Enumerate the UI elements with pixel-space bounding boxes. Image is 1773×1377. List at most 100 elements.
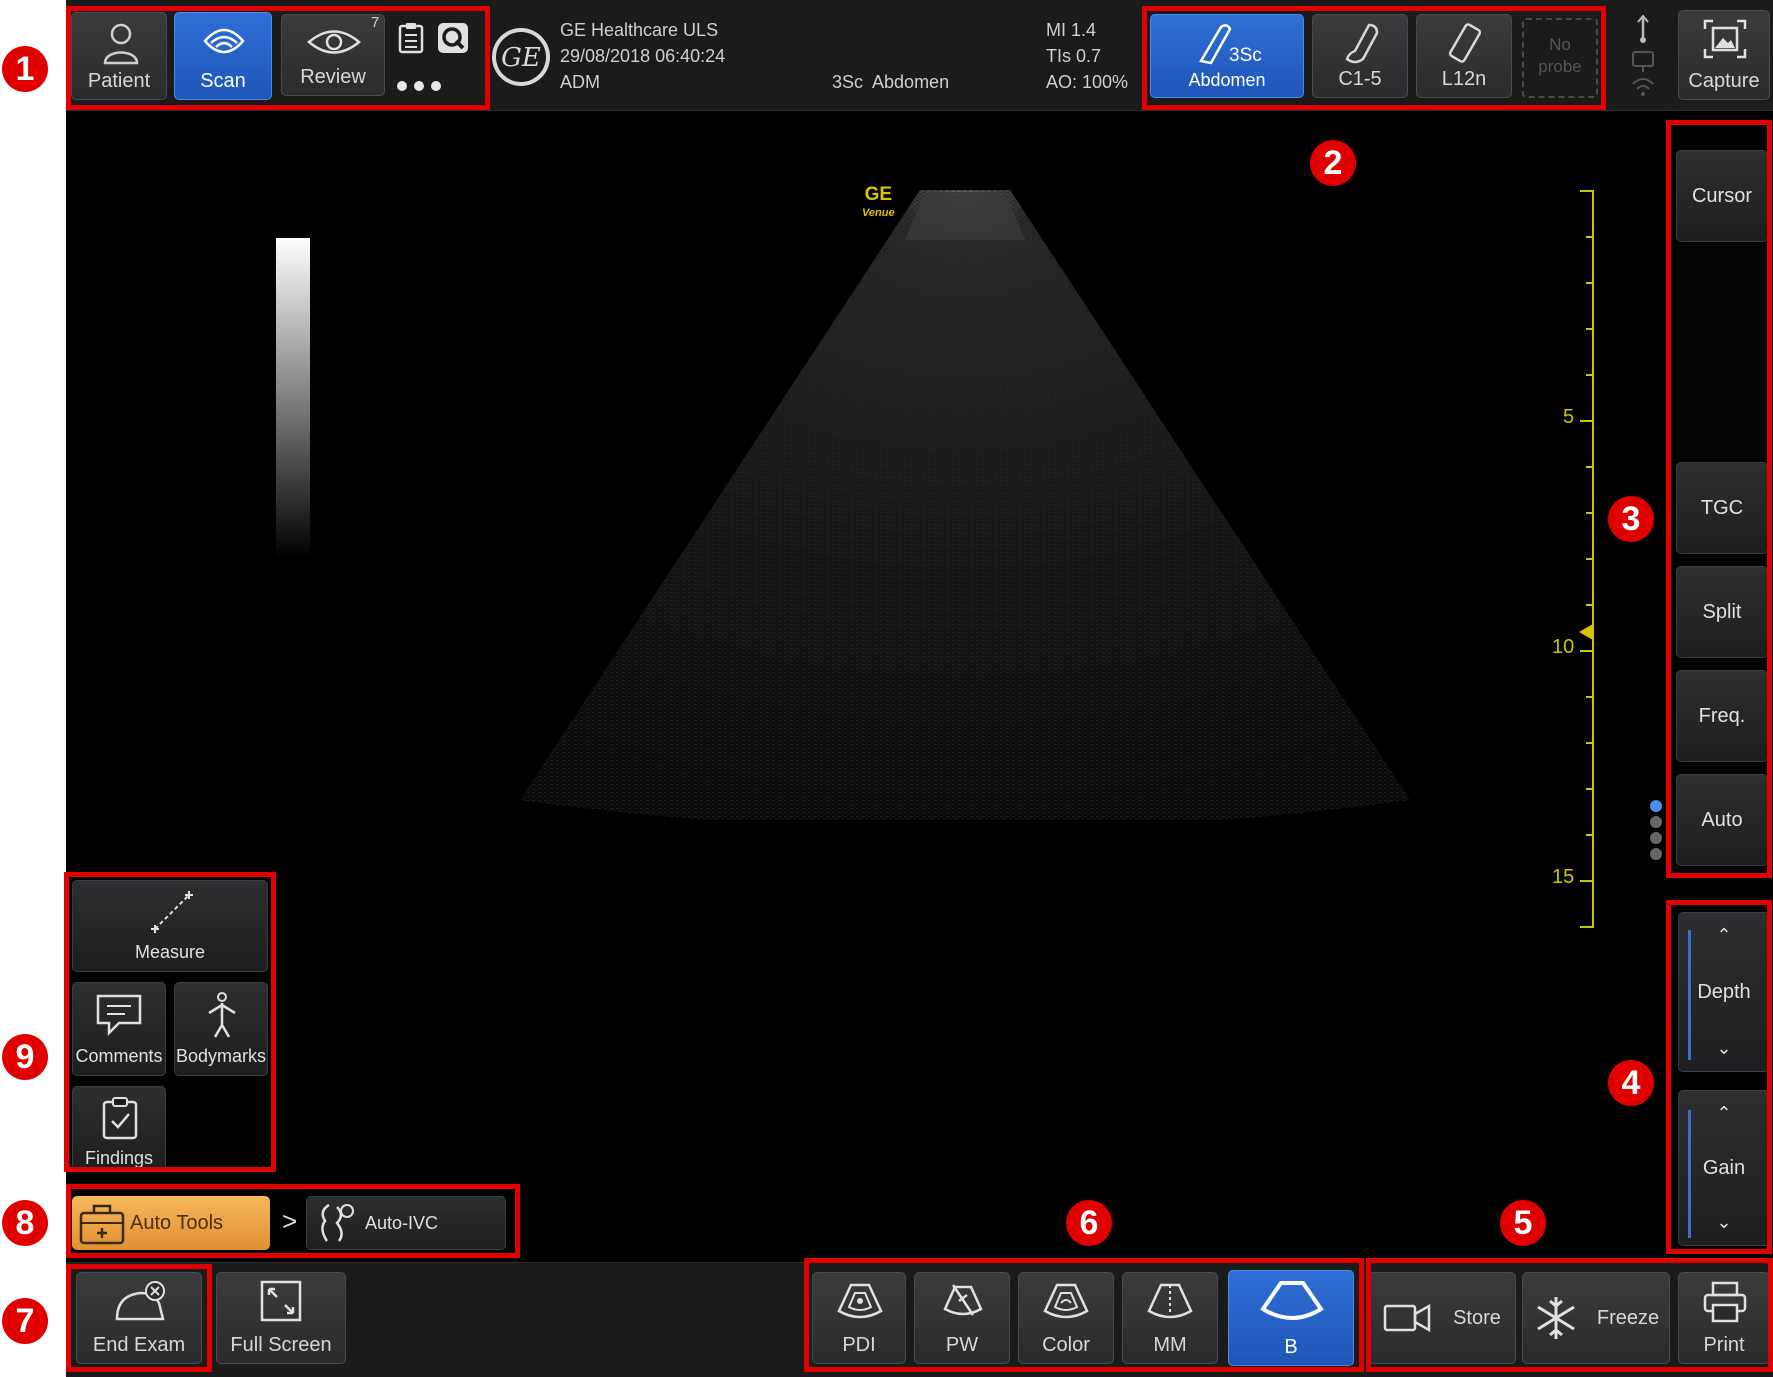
gain-control[interactable]: ⌃ Gain ⌄ — [1678, 1090, 1770, 1246]
split-button[interactable]: Split — [1676, 566, 1768, 658]
convex-probe-icon — [1345, 23, 1379, 64]
mode-b-label: B — [1284, 1336, 1298, 1358]
measure-button[interactable]: Measure — [72, 880, 268, 972]
depth-scale-tick — [1586, 696, 1594, 698]
depth-scale-tick — [1580, 926, 1594, 928]
mode-mm-button[interactable]: MM — [1122, 1272, 1218, 1364]
depth-scale-tick — [1586, 512, 1594, 514]
findings-button[interactable]: Findings — [72, 1086, 166, 1170]
depth-scale-tick — [1586, 466, 1594, 468]
cursor-label: Cursor — [1691, 184, 1752, 207]
capture-button[interactable]: Capture — [1678, 10, 1770, 100]
depth-scale-tick — [1586, 374, 1594, 376]
auto-ivc-button[interactable]: Auto-IVC — [306, 1196, 506, 1250]
split-label: Split — [1702, 600, 1742, 623]
probe-3sc-button[interactable]: 3Sc Abdomen — [1150, 14, 1304, 98]
no-probe-line1: No — [1549, 35, 1571, 54]
measure-label: Measure — [134, 942, 206, 962]
freq-button[interactable]: Freq. — [1676, 670, 1768, 762]
gain-label: Gain — [1702, 1156, 1746, 1179]
print-label: Print — [1703, 1334, 1745, 1356]
sector-probe-icon — [1199, 24, 1232, 65]
ao-readout: AO: 100% — [1046, 72, 1129, 92]
depth-up-icon[interactable]: ⌃ — [1716, 925, 1731, 946]
depth-scale-tick — [1586, 834, 1594, 836]
marker-4: 4 — [1608, 1060, 1654, 1106]
eye-icon — [307, 30, 361, 54]
review-button[interactable]: Review — [281, 14, 385, 96]
end-exam-button[interactable]: End Exam — [76, 1272, 202, 1364]
end-exam-label: End Exam — [92, 1334, 186, 1356]
auto-ivc-label: Auto-IVC — [365, 1212, 439, 1233]
comments-button[interactable]: Comments — [72, 982, 166, 1076]
depth-scale-tick — [1580, 650, 1594, 652]
grayscale-bar — [276, 238, 310, 558]
institution-name: GE Healthcare ULS — [560, 20, 719, 40]
mode-color-button[interactable]: Color — [1018, 1272, 1114, 1364]
tgc-button[interactable]: TGC — [1676, 462, 1768, 554]
full-screen-button[interactable]: Full Screen — [216, 1272, 346, 1364]
depth-down-icon[interactable]: ⌄ — [1716, 1038, 1731, 1059]
marker-8: 8 — [2, 1200, 48, 1246]
depth-scale-tick — [1580, 420, 1594, 422]
findings-clipboard-icon — [102, 1097, 138, 1140]
probe-3sc-name: 3Sc — [1229, 45, 1262, 66]
marker-1: 1 — [2, 46, 48, 92]
patient-button[interactable]: Patient — [71, 12, 167, 100]
svg-text:GE: GE — [501, 43, 541, 73]
freeze-label: Freeze — [1596, 1306, 1660, 1329]
depth-scale-tick — [1586, 236, 1594, 238]
focus-marker-icon[interactable] — [1579, 624, 1593, 640]
auto-ivc-icon — [321, 1203, 354, 1242]
gain-down-icon[interactable]: ⌄ — [1716, 1212, 1731, 1233]
page-indicator-dots[interactable] — [1648, 798, 1664, 866]
store-label: Store — [1453, 1306, 1501, 1329]
findings-label: Findings — [84, 1148, 154, 1168]
side-menu-empty-area — [1676, 248, 1768, 458]
mode-pw-button[interactable]: PW — [914, 1272, 1010, 1364]
depth-scale-tick — [1586, 328, 1594, 330]
mm-mode-icon — [1147, 1283, 1193, 1319]
depth-scale-tick — [1580, 190, 1594, 192]
auto-button[interactable]: Auto — [1676, 774, 1768, 866]
gain-level-bar — [1688, 1110, 1691, 1238]
no-probe-line2: probe — [1538, 57, 1582, 76]
scan-button[interactable]: Scan — [174, 12, 272, 100]
depth-scale-tick — [1586, 282, 1594, 284]
mi-readout: MI 1.4 — [1046, 20, 1097, 40]
mode-pdi-button[interactable]: PDI — [812, 1272, 906, 1364]
auto-tools-label: Auto Tools — [130, 1211, 224, 1234]
marker-3: 3 — [1608, 496, 1654, 542]
comment-icon — [96, 994, 142, 1037]
worksheet-icon[interactable] — [398, 22, 424, 54]
probe-c1-5-button[interactable]: C1-5 — [1312, 14, 1408, 98]
marker-5: 5 — [1500, 1200, 1546, 1246]
probe-l12n-label: L12n — [1441, 68, 1487, 90]
pdi-mode-icon — [837, 1283, 883, 1319]
mode-pw-label: PW — [945, 1334, 979, 1356]
marker-9: 9 — [2, 1034, 48, 1080]
freq-label: Freq. — [1698, 704, 1746, 727]
cursor-button[interactable]: Cursor — [1676, 150, 1768, 242]
probe-preset-text: 3Sc Abdomen — [832, 72, 950, 92]
ultrasound-sector-image — [520, 190, 1410, 820]
depth-scale-tick — [1586, 742, 1594, 744]
store-button[interactable]: Store — [1368, 1272, 1516, 1364]
more-icon[interactable] — [396, 80, 442, 92]
depth-control[interactable]: ⌃ Depth ⌄ — [1678, 912, 1770, 1072]
print-button[interactable]: Print — [1678, 1272, 1770, 1364]
mode-color-label: Color — [1042, 1334, 1090, 1356]
freeze-button[interactable]: Freeze — [1522, 1272, 1670, 1364]
tis-readout: TIs 0.7 — [1046, 46, 1102, 66]
auto-tools-button[interactable]: Auto Tools — [72, 1196, 270, 1250]
mode-b-button[interactable]: B — [1228, 1270, 1354, 1366]
depth-scale-tick — [1586, 558, 1594, 560]
quick-q-icon[interactable] — [437, 22, 469, 54]
marker-7: 7 — [2, 1298, 48, 1344]
gain-up-icon[interactable]: ⌃ — [1716, 1103, 1731, 1124]
probe-l12n-button[interactable]: L12n — [1416, 14, 1512, 98]
no-probe-slot: No probe — [1522, 18, 1598, 98]
bodymarks-button[interactable]: Bodymarks — [174, 982, 268, 1076]
probe-3sc-preset: Abdomen — [1188, 70, 1266, 90]
patient-icon — [103, 23, 139, 65]
